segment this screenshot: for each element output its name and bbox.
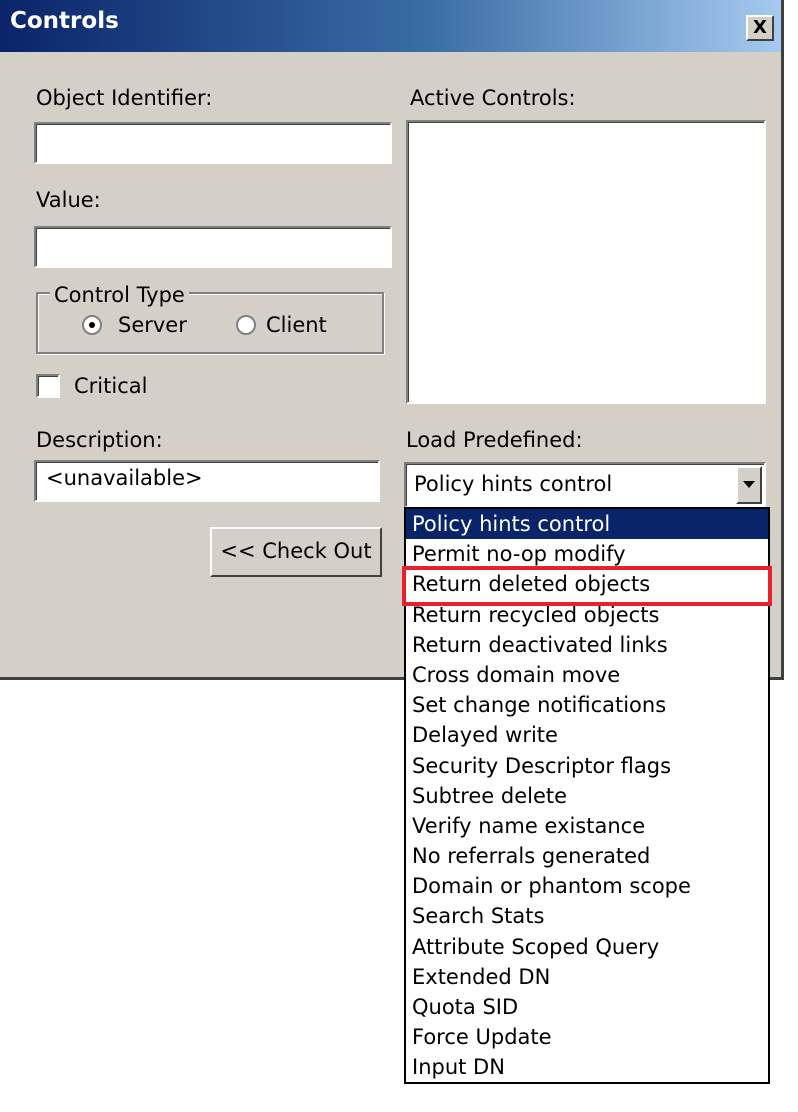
radio-server[interactable] [82, 315, 102, 335]
load-predefined-select[interactable]: Policy hints control [404, 462, 766, 508]
close-button[interactable]: X [746, 15, 774, 41]
dropdown-item[interactable]: Attribute Scoped Query [406, 932, 768, 962]
close-icon: X [753, 17, 767, 38]
value-label: Value: [36, 188, 101, 212]
dropdown-item[interactable]: No referrals generated [406, 841, 768, 871]
active-controls-list[interactable] [406, 120, 766, 404]
critical-label: Critical [74, 374, 148, 398]
dropdown-item[interactable]: Delayed write [406, 720, 768, 750]
dropdown-item[interactable]: Extended DN [406, 962, 768, 992]
dropdown-item[interactable]: Subtree delete [406, 781, 768, 811]
critical-checkbox[interactable] [36, 374, 60, 398]
radio-server-label: Server [118, 313, 187, 337]
chevron-down-icon [743, 481, 755, 488]
title-bar: Controls X [0, 0, 781, 52]
dropdown-item[interactable]: Input DN [406, 1052, 768, 1082]
radio-selected-dot [89, 322, 95, 328]
load-predefined-value: Policy hints control [414, 472, 613, 496]
radio-client-label: Client [266, 313, 327, 337]
dropdown-item[interactable]: Return deactivated links [406, 630, 768, 660]
object-identifier-label: Object Identifier: [36, 86, 213, 110]
dropdown-item[interactable]: Verify name existance [406, 811, 768, 841]
dropdown-item[interactable]: Security Descriptor flags [406, 751, 768, 781]
dropdown-item[interactable]: Force Update [406, 1022, 768, 1052]
dropdown-item[interactable]: Domain or phantom scope [406, 871, 768, 901]
radio-client[interactable] [236, 315, 256, 335]
annotation-highlight-box [402, 566, 772, 606]
active-controls-label: Active Controls: [410, 86, 576, 110]
check-out-button[interactable]: << Check Out [210, 527, 382, 577]
dropdown-item[interactable]: Search Stats [406, 901, 768, 931]
dropdown-item[interactable]: Set change notifications [406, 690, 768, 720]
description-field: <unavailable> [34, 460, 380, 502]
dropdown-item[interactable]: Policy hints control [406, 509, 768, 540]
dropdown-item[interactable]: Quota SID [406, 992, 768, 1022]
value-input[interactable] [34, 226, 392, 268]
dropdown-button[interactable] [736, 466, 762, 504]
dropdown-item[interactable]: Permit no-op modify [406, 539, 768, 569]
window-title: Controls [10, 8, 119, 34]
dropdown-item[interactable]: Cross domain move [406, 660, 768, 690]
description-label: Description: [36, 428, 163, 452]
control-type-label: Control Type [50, 283, 189, 307]
load-predefined-label: Load Predefined: [406, 428, 583, 452]
object-identifier-input[interactable] [34, 122, 392, 164]
